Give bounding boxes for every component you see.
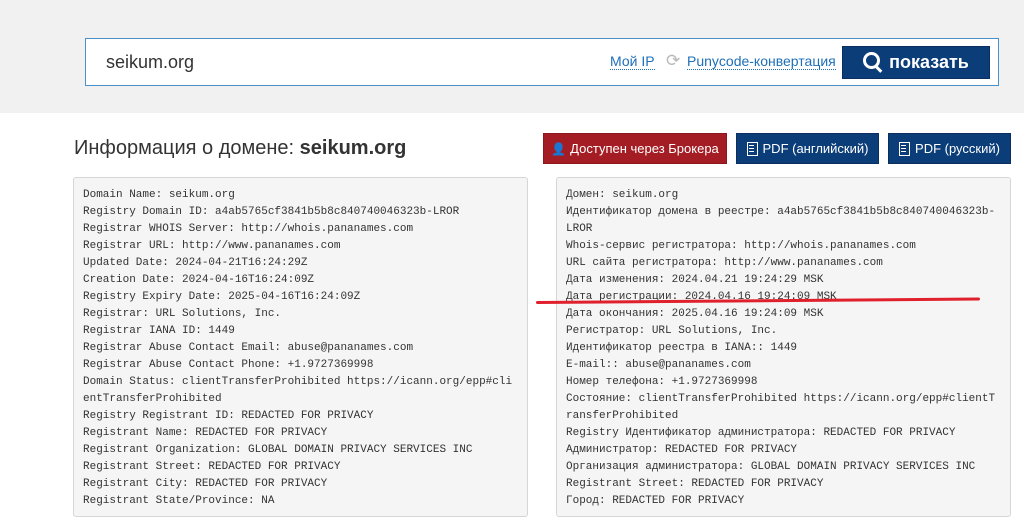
whois-line: Дата окончания: 2025.04.16 19:24:09 MSK <box>566 308 824 320</box>
whois-line: Регистратор: URL Solutions, Inc. <box>566 325 778 337</box>
show-button[interactable]: показать <box>842 46 990 79</box>
pdf-english-label: PDF (английский) <box>762 141 869 156</box>
whois-line: Организация администратора: GLOBAL DOMAI… <box>566 461 976 473</box>
pdf-russian-label: PDF (русский) <box>915 141 1000 156</box>
whois-line: Registrant Organization: GLOBAL DOMAIN P… <box>83 444 473 456</box>
whois-line: Registrant Street: REDACTED FOR PRIVACY <box>566 478 824 490</box>
user-icon: 👤 <box>551 141 567 156</box>
whois-line: Город: REDACTED FOR PRIVACY <box>566 495 745 507</box>
whois-line: Дата изменения: 2024.04.21 19:24:29 MSK <box>566 274 824 286</box>
pdf-icon <box>899 141 911 156</box>
whois-line: Номер телефона: +1.9727369998 <box>566 376 758 388</box>
page-title-domain: seikum.org <box>299 137 407 159</box>
page-title: Информация о домене: seikum.org <box>74 137 406 160</box>
whois-line: Registrar IANA ID: 1449 <box>83 325 235 337</box>
whois-line: Domain Status: clientTransferProhibited … <box>83 376 513 405</box>
whois-line: Registrant Street: REDACTED FOR PRIVACY <box>83 461 341 473</box>
whois-line: Registrar Abuse Contact Phone: +1.972736… <box>83 359 374 371</box>
whois-line: Идентификатор реестра в IANA:: 1449 <box>566 342 798 354</box>
whois-line: Администратор: REDACTED FOR PRIVACY <box>566 444 798 456</box>
whois-line: Registry Идентификатор администратора: R… <box>566 427 956 439</box>
domain-search-input[interactable]: seikum.org <box>106 52 194 73</box>
whois-line: Идентификатор домена в реестре: a4ab5765… <box>566 206 996 235</box>
whois-line: Registrar: URL Solutions, Inc. <box>83 308 282 320</box>
show-button-label: показать <box>889 52 969 72</box>
whois-russian-panel: Домен: seikum.org Идентификатор домена в … <box>556 177 1011 517</box>
broker-button[interactable]: 👤 Доступен через Брокера <box>543 133 727 164</box>
whois-line: Домен: seikum.org <box>566 189 679 201</box>
pdf-english-button[interactable]: PDF (английский) <box>736 133 879 164</box>
broker-button-label: Доступен через Брокера <box>570 141 719 156</box>
whois-english-panel: Domain Name: seikum.org Registry Domain I… <box>73 177 528 517</box>
whois-line: Whois-сервис регистратора: http://whois.… <box>566 240 916 252</box>
whois-line: Registry Domain ID: a4ab5765cf3841b5b8c8… <box>83 206 460 218</box>
whois-line: Registrar WHOIS Server: http://whois.pan… <box>83 223 414 235</box>
whois-line: Состояние: clientTransferProhibited http… <box>566 393 996 422</box>
search-icon <box>863 52 881 69</box>
whois-line: Registrant Name: REDACTED FOR PRIVACY <box>83 427 328 439</box>
pdf-russian-button[interactable]: PDF (русский) <box>888 133 1011 164</box>
whois-line: Registrant State/Province: NA <box>83 495 275 507</box>
refresh-icon: ⟳ <box>666 51 681 70</box>
whois-line: Registrar Abuse Contact Email: abuse@pan… <box>83 342 414 354</box>
my-ip-link[interactable]: Мой IP <box>610 53 655 70</box>
whois-line: Updated Date: 2024-04-21T16:24:29Z <box>83 257 308 269</box>
whois-line: Creation Date: 2024-04-16T16:24:09Z <box>83 274 315 286</box>
whois-line: Registrar URL: http://www.pananames.com <box>83 240 341 252</box>
domain-search-form: seikum.org Мой IP ⟳ Punycode-конвертация… <box>85 38 999 86</box>
search-band: seikum.org Мой IP ⟳ Punycode-конвертация… <box>0 0 1024 113</box>
whois-line: Registry Registrant ID: REDACTED FOR PRI… <box>83 410 374 422</box>
whois-line: E-mail:: abuse@pananames.com <box>566 359 751 371</box>
whois-line: Domain Name: seikum.org <box>83 189 235 201</box>
whois-line: URL сайта регистратора: http://www.panan… <box>566 257 883 269</box>
punycode-link[interactable]: Punycode-конвертация <box>687 53 836 70</box>
whois-line: Registry Expiry Date: 2025-04-16T16:24:0… <box>83 291 361 303</box>
whois-line: Registrant City: REDACTED FOR PRIVACY <box>83 478 328 490</box>
page-title-prefix: Информация о домене: <box>74 137 300 159</box>
pdf-icon <box>746 141 758 156</box>
